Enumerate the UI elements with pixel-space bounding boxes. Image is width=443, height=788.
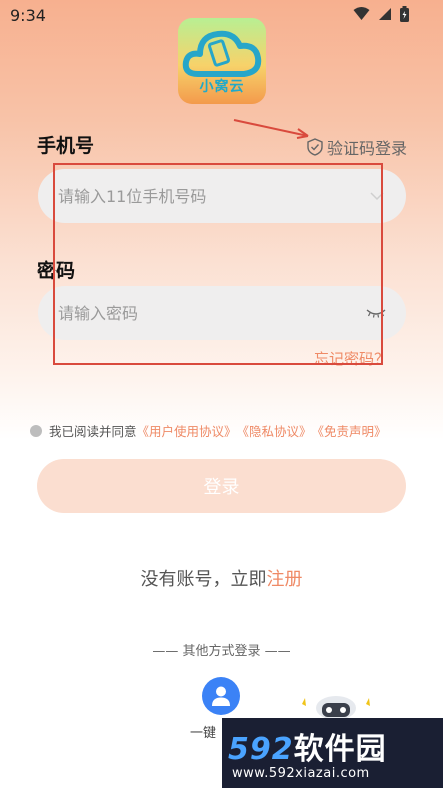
wifi-icon: [353, 7, 370, 20]
code-login-label: 验证码登录: [326, 139, 407, 158]
watermark: 592软件园 www.592xiazai.com: [222, 718, 443, 788]
register-prefix: 没有账号，立即: [140, 569, 267, 590]
app-logo: 小窝云: [178, 18, 266, 104]
logo-text: 小窝云: [199, 79, 245, 95]
signal-icon: [379, 8, 391, 20]
disclaimer-link[interactable]: 《免责声明》: [312, 421, 387, 440]
register-link[interactable]: 注册: [267, 569, 303, 590]
status-icons: [353, 6, 409, 22]
one-key-login-button[interactable]: [202, 677, 240, 715]
user-icon: [212, 686, 230, 706]
battery-icon: [400, 6, 409, 22]
privacy-link[interactable]: 《隐私协议》: [237, 421, 312, 440]
watermark-url: www.592xiazai.com: [232, 766, 370, 781]
other-login-label: —— 其他方式登录 ——: [152, 644, 291, 659]
watermark-number: 592: [228, 732, 294, 767]
agreement-row: 我已阅读并同意 《用户使用协议》 《隐私协议》 《免责声明》: [30, 421, 387, 440]
code-login-link[interactable]: 验证码登录: [307, 135, 407, 159]
watermark-text: 软件园: [293, 732, 387, 767]
one-key-label: 一键: [190, 726, 217, 741]
phone-label: 手机号: [37, 135, 95, 157]
login-button[interactable]: 登录: [37, 459, 406, 513]
status-time: 9:34: [10, 6, 46, 25]
agree-text: 我已阅读并同意: [49, 424, 137, 439]
annotation-box: [53, 163, 383, 365]
agree-radio[interactable]: [30, 424, 42, 437]
register-row: 没有账号，立即注册: [0, 565, 443, 591]
user-agreement-link[interactable]: 《用户使用协议》: [137, 421, 237, 440]
annotation-arrow: [233, 119, 309, 139]
